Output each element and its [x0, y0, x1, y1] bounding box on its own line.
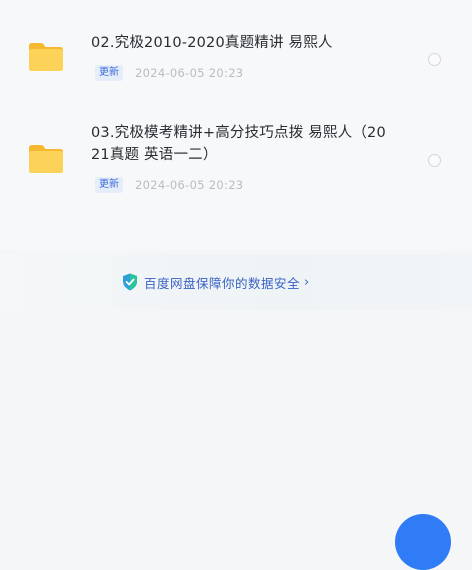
update-badge: 更新 — [95, 177, 123, 193]
file-date: 2024-06-05 20:23 — [135, 66, 244, 80]
select-radio[interactable] — [428, 154, 441, 167]
folder-icon — [29, 43, 63, 71]
chevron-right-icon: › — [304, 274, 310, 290]
file-date: 2024-06-05 20:23 — [135, 178, 244, 192]
file-meta: 更新 2024-06-05 20:23 — [95, 176, 243, 194]
select-radio[interactable] — [428, 53, 441, 66]
file-row[interactable]: 02.究极2010-2020真题精讲 易熙人 更新 2024-06-05 20:… — [0, 22, 472, 102]
file-name: 03.究极模考精讲+高分技巧点拨 易熙人（2021真题 英语一二） — [91, 125, 386, 163]
file-name: 02.究极2010-2020真题精讲 易熙人 — [91, 35, 333, 51]
security-text: 百度网盘保障你的数据安全 — [144, 275, 301, 291]
folder-icon — [29, 145, 63, 173]
security-link[interactable]: 百度网盘保障你的数据安全 › — [122, 272, 309, 292]
file-list: 02.究极2010-2020真题精讲 易熙人 更新 2024-06-05 20:… — [0, 0, 472, 250]
update-badge: 更新 — [95, 65, 123, 81]
file-row[interactable]: 03.究极模考精讲+高分技巧点拨 易熙人（2021真题 英语一二） 更新 202… — [0, 118, 472, 218]
floating-action-button[interactable] — [395, 514, 451, 570]
file-meta: 更新 2024-06-05 20:23 — [95, 64, 243, 82]
shield-check-icon — [123, 273, 137, 291]
